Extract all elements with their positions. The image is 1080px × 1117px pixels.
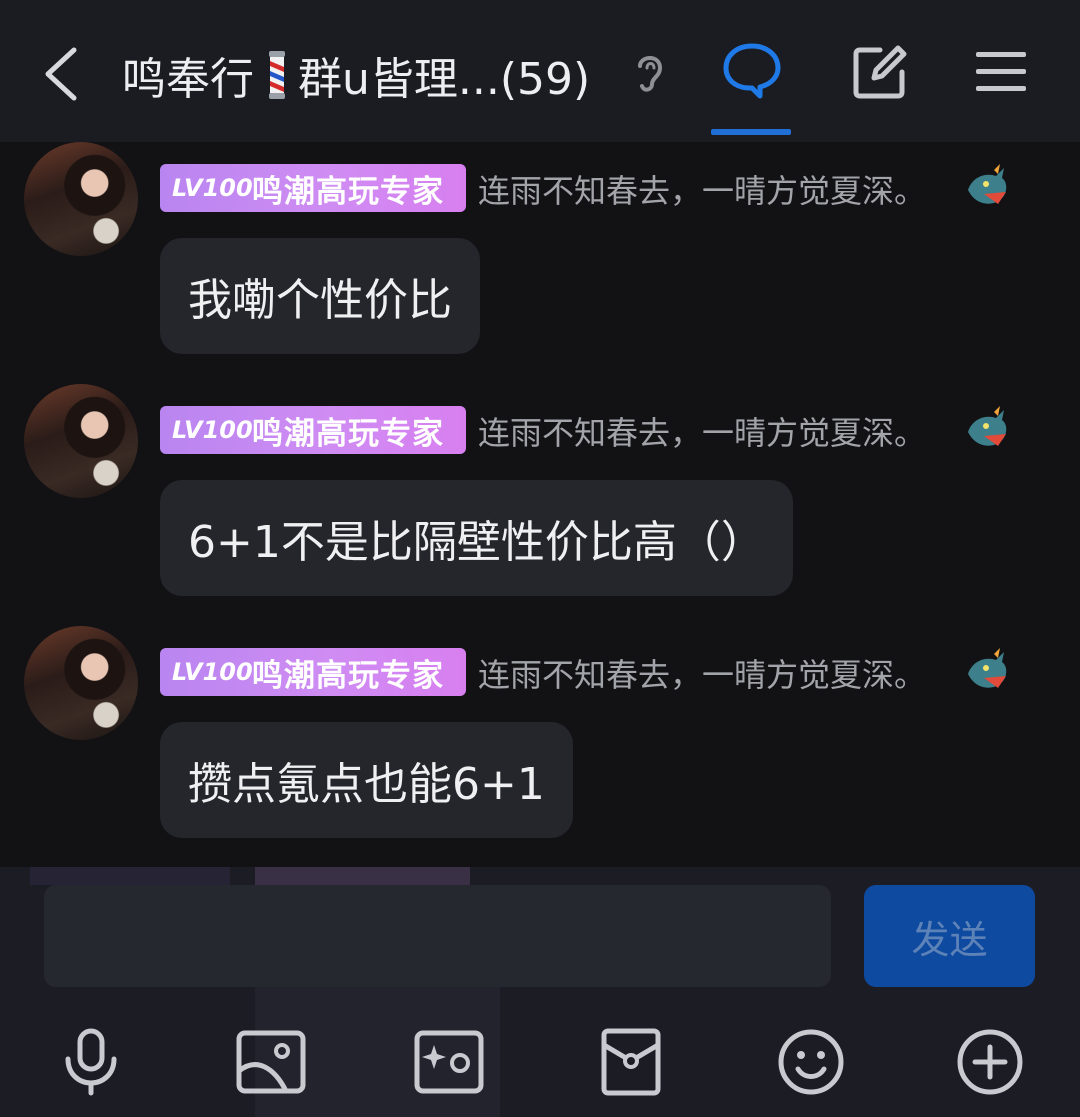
dragon-badge-icon [968,406,1007,446]
edit-note-icon[interactable] [850,42,910,102]
top-bar: 鸣奉行 群u皆理...(59) [0,0,1080,142]
red-packet-icon[interactable] [596,1027,666,1097]
message-bubble[interactable]: 攒点氪点也能6+1 [160,722,573,838]
level-badge: LV100 鸣潮高玩专家 [160,164,466,212]
microphone-icon[interactable] [56,1027,126,1097]
plus-icon[interactable] [955,1027,1025,1097]
ear-icon[interactable] [632,50,668,96]
menu-icon[interactable] [974,48,1028,96]
image-icon[interactable] [236,1027,306,1097]
group-title[interactable]: 鸣奉行 群u皆理...(59) [122,40,590,110]
message-bubble[interactable]: 6+1不是比隔壁性价比高（） [160,480,793,596]
dragon-badge-icon [968,164,1007,204]
user-signature: 连雨不知春去，一晴方觉夏深。 [478,414,927,452]
active-tab-indicator [711,129,791,135]
level-label: LV100 [172,658,253,686]
background-mosaic [30,867,230,885]
sparkle-image-icon[interactable] [414,1027,484,1097]
send-button[interactable]: 发送 [864,885,1035,987]
level-badge: LV100 鸣潮高玩专家 [160,406,466,454]
barber-pole-emoji-icon [269,51,285,99]
avatar[interactable] [24,626,138,740]
avatar[interactable] [24,384,138,498]
level-label: LV100 [172,174,253,202]
emoji-icon[interactable] [776,1027,846,1097]
level-label: LV100 [172,416,253,444]
background-mosaic [255,867,470,885]
back-arrow-icon[interactable] [40,44,84,104]
rank-title: 鸣潮高玩专家 [252,415,444,452]
level-badge: LV100 鸣潮高玩专家 [160,648,466,696]
group-title-prefix: 鸣奉行 [122,54,254,105]
user-signature: 连雨不知春去，一晴方觉夏深。 [478,656,927,694]
dragon-badge-icon [968,648,1007,688]
message-input[interactable] [44,885,831,987]
user-signature: 连雨不知春去，一晴方觉夏深。 [478,172,927,210]
composer-panel: 发送 [0,867,1080,1117]
chat-bubble-icon[interactable] [720,40,784,100]
group-title-suffix: 群u皆理...(59) [298,54,591,105]
avatar[interactable] [24,142,138,256]
message-list[interactable]: LV100 鸣潮高玩专家 连雨不知春去，一晴方觉夏深。 我嘞个性价比 LV100… [0,142,1080,867]
rank-title: 鸣潮高玩专家 [252,173,444,210]
message-bubble[interactable]: 我嘞个性价比 [160,238,480,354]
rank-title: 鸣潮高玩专家 [252,657,444,694]
